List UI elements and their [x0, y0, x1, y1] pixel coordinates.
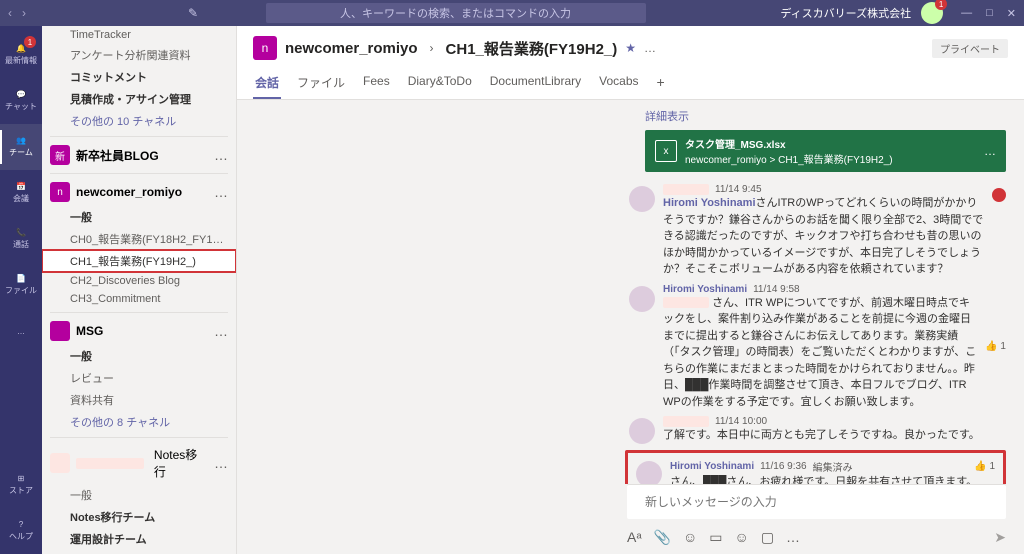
- message: 11/14 10:00 了解です。本日中に両方とも完了しそうですね。良かったです…: [629, 416, 1006, 444]
- file-path: newcomer_romiyo > CH1_報告業務(FY19H2_): [685, 151, 893, 166]
- avatar-badge: 1: [935, 0, 947, 10]
- more-icon[interactable]: …: [984, 144, 996, 158]
- rail-help[interactable]: ?ヘルプ: [0, 508, 42, 554]
- channel-item[interactable]: 見積作成・アサイン管理: [42, 88, 236, 110]
- channel-item[interactable]: 運用設計チーム: [42, 528, 236, 550]
- meet-icon[interactable]: ▢: [761, 529, 774, 546]
- send-icon[interactable]: ➤: [994, 529, 1006, 546]
- store-icon: ⊞: [18, 474, 25, 483]
- avatar: [629, 286, 655, 312]
- chevron-right-icon: ›: [430, 41, 434, 55]
- format-icon[interactable]: Aᵃ: [627, 529, 642, 546]
- channel-item[interactable]: Notes移行チーム: [42, 506, 236, 528]
- maximize-icon[interactable]: □: [986, 7, 993, 20]
- close-icon[interactable]: ✕: [1007, 7, 1016, 20]
- channel-item[interactable]: CH0_報告業務(FY18H2_FY19H1): [42, 228, 236, 250]
- detail-toggle[interactable]: 詳細表示: [255, 108, 1006, 124]
- channel-item[interactable]: その他の 8 チャネル: [42, 411, 236, 433]
- avatar[interactable]: 1: [921, 2, 943, 24]
- rail-activity[interactable]: 🔔最新情報1: [0, 32, 42, 78]
- private-pill: プライベート: [932, 39, 1008, 58]
- composer-input[interactable]: [645, 495, 988, 509]
- team-row[interactable]: 新新卒社員BLOG…: [42, 141, 236, 169]
- channel-item[interactable]: 一般: [42, 206, 236, 228]
- channel-item[interactable]: レビュー: [42, 367, 236, 389]
- chat-icon: 💬: [16, 90, 26, 99]
- search-input[interactable]: 人、キーワードの検索、またはコマンドの入力: [266, 3, 646, 23]
- minimize-icon[interactable]: —: [961, 7, 972, 20]
- breadcrumb-team[interactable]: newcomer_romiyo: [285, 40, 418, 57]
- tab-会話[interactable]: 会話: [253, 68, 281, 99]
- teams-icon: 👥: [16, 136, 26, 145]
- composer-toolbar: Aᵃ 📎 ☺ ▭ ☺ ▢ … ➤: [627, 529, 1006, 546]
- tab-ファイル[interactable]: ファイル: [295, 68, 347, 99]
- avatar: [629, 418, 655, 444]
- back-icon[interactable]: ‹: [8, 6, 12, 20]
- rail-store[interactable]: ⊞ストア: [0, 462, 42, 508]
- gif-icon[interactable]: ▭: [709, 529, 722, 546]
- phone-icon: 📞: [16, 228, 26, 237]
- emoji-icon[interactable]: ☺: [683, 529, 697, 546]
- more-icon[interactable]: …: [786, 529, 800, 546]
- channel-item[interactable]: CH1_報告業務(FY19H2_): [42, 250, 236, 272]
- highlighted-message: Hiromi Yoshinami11/16 9:36編集済み 👍 1 さん、██…: [625, 450, 1006, 484]
- file-name: タスク管理_MSG.xlsx: [685, 136, 893, 151]
- message: Hiromi Yoshinami11/14 9:58 さん、ITR WPについて…: [629, 284, 1006, 411]
- calendar-icon: 📅: [16, 182, 26, 191]
- rail-calls[interactable]: 📞通話: [0, 216, 42, 262]
- star-icon[interactable]: ★: [625, 41, 636, 55]
- message-list[interactable]: 詳細表示 x タスク管理_MSG.xlsx newcomer_romiyo > …: [237, 100, 1024, 484]
- chat-content: n newcomer_romiyo › CH1_報告業務(FY19H2_) ★ …: [237, 26, 1024, 554]
- rail-meetings[interactable]: 📅会議: [0, 170, 42, 216]
- tab-diary&todo[interactable]: Diary&ToDo: [406, 68, 474, 99]
- rail-teams[interactable]: 👥チーム: [0, 124, 42, 170]
- chat-header: n newcomer_romiyo › CH1_報告業務(FY19H2_) ★ …: [237, 26, 1024, 100]
- channel-item[interactable]: アンケート分析関連資料: [42, 44, 236, 66]
- channel-item[interactable]: コミットメント: [42, 66, 236, 88]
- sticker-icon[interactable]: ☺: [735, 529, 749, 546]
- rail-files[interactable]: 📄ファイル: [0, 262, 42, 308]
- channel-item[interactable]: 一般: [42, 345, 236, 367]
- forward-icon[interactable]: ›: [22, 6, 26, 20]
- composer[interactable]: [627, 484, 1006, 519]
- message: 11/14 9:45 Hiromi YoshinamiさんITRのWPってどれく…: [629, 184, 1006, 278]
- title-bar: ‹ › ✎ 人、キーワードの検索、またはコマンドの入力 ディスカバリーズ株式会社…: [0, 0, 1024, 26]
- team-row[interactable]: Notes移行…: [42, 442, 236, 484]
- channel-list: TimeTrackerアンケート分析関連資料コミットメント見積作成・アサイン管理…: [42, 26, 237, 554]
- channel-item[interactable]: 一般: [42, 484, 236, 506]
- tab-vocabs[interactable]: Vocabs: [597, 68, 640, 99]
- breadcrumb-channel: CH1_報告業務(FY19H2_): [446, 38, 618, 59]
- rail-chat[interactable]: 💬チャット: [0, 78, 42, 124]
- team-row[interactable]: MSG…: [42, 317, 236, 345]
- team-row[interactable]: nnewcomer_romiyo…: [42, 178, 236, 206]
- attach-icon[interactable]: 📎: [654, 529, 671, 546]
- channel-item[interactable]: その他の 10 チャネル: [42, 110, 236, 132]
- tab-documentlibrary[interactable]: DocumentLibrary: [488, 68, 583, 99]
- channel-item[interactable]: その他の 3 チャネル: [42, 550, 236, 554]
- file-icon: 📄: [16, 274, 26, 283]
- tab-fees[interactable]: Fees: [361, 68, 392, 99]
- like-count[interactable]: 👍 1: [974, 461, 995, 472]
- help-icon: ?: [19, 520, 23, 529]
- avatar: [636, 461, 662, 484]
- like-count[interactable]: 👍 1: [985, 284, 1006, 411]
- org-label: ディスカバリーズ株式会社: [780, 5, 911, 21]
- file-attachment[interactable]: x タスク管理_MSG.xlsx newcomer_romiyo > CH1_報…: [645, 130, 1006, 172]
- app-rail: 🔔最新情報1 💬チャット 👥チーム 📅会議 📞通話 📄ファイル … ⊞ストア ?…: [0, 26, 42, 554]
- channel-item[interactable]: TimeTracker: [42, 26, 236, 44]
- rail-more[interactable]: …: [0, 308, 42, 354]
- channel-item[interactable]: CH3_Commitment: [42, 290, 236, 308]
- avatar: [629, 186, 655, 212]
- alert-icon: [992, 188, 1006, 202]
- more-icon[interactable]: …: [644, 41, 656, 55]
- channel-item[interactable]: CH2_Discoveries Blog: [42, 272, 236, 290]
- channel-item[interactable]: 資料共有: [42, 389, 236, 411]
- tab-add[interactable]: +: [655, 68, 667, 99]
- compose-icon[interactable]: ✎: [188, 6, 198, 20]
- tab-strip: 会話ファイル Fees Diary&ToDo DocumentLibrary Vocab…: [253, 68, 1008, 99]
- excel-icon: x: [655, 140, 677, 162]
- team-avatar: n: [253, 36, 277, 60]
